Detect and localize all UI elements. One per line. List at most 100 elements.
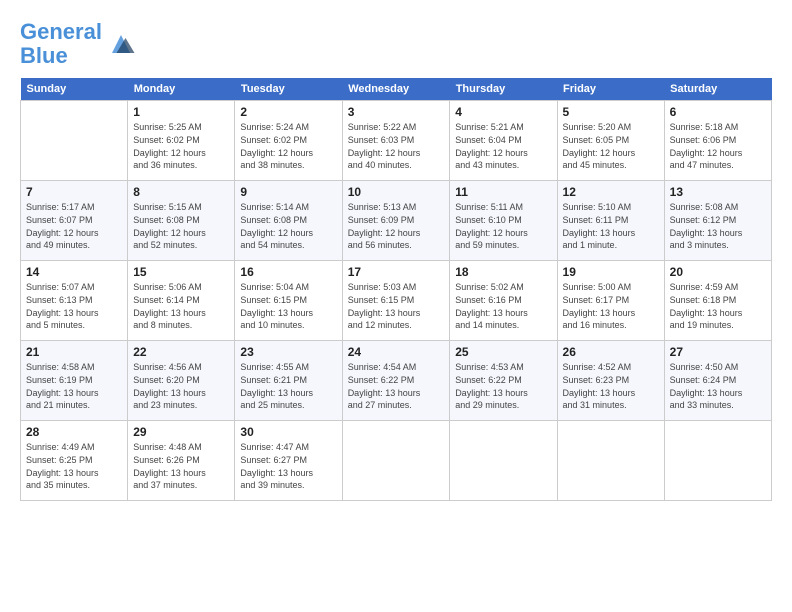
calendar-cell: 27 Sunrise: 4:50 AM Sunset: 6:24 PM Dayli… xyxy=(664,341,771,421)
day-info: Sunrise: 4:56 AM Sunset: 6:20 PM Dayligh… xyxy=(133,361,229,411)
day-number: 7 xyxy=(26,185,122,199)
day-info: Sunrise: 5:07 AM Sunset: 6:13 PM Dayligh… xyxy=(26,281,122,331)
calendar-cell: 25 Sunrise: 4:53 AM Sunset: 6:22 PM Dayli… xyxy=(450,341,557,421)
calendar-week-row: 28 Sunrise: 4:49 AM Sunset: 6:25 PM Dayli… xyxy=(21,421,772,501)
day-info: Sunrise: 4:58 AM Sunset: 6:19 PM Dayligh… xyxy=(26,361,122,411)
day-info: Sunrise: 5:21 AM Sunset: 6:04 PM Dayligh… xyxy=(455,121,551,171)
day-number: 13 xyxy=(670,185,766,199)
day-number: 11 xyxy=(455,185,551,199)
day-number: 19 xyxy=(563,265,659,279)
day-info: Sunrise: 4:53 AM Sunset: 6:22 PM Dayligh… xyxy=(455,361,551,411)
calendar-week-row: 1 Sunrise: 5:25 AM Sunset: 6:02 PM Daylig… xyxy=(21,101,772,181)
day-number: 29 xyxy=(133,425,229,439)
calendar-cell: 30Sunrise: 4:47 AM Sunset: 6:27 PM Dayli… xyxy=(235,421,342,501)
calendar-day-header: Friday xyxy=(557,78,664,101)
calendar-cell xyxy=(450,421,557,501)
calendar-day-header: Thursday xyxy=(450,78,557,101)
calendar-cell: 13Sunrise: 5:08 AM Sunset: 6:12 PM Dayli… xyxy=(664,181,771,261)
day-number: 4 xyxy=(455,105,551,119)
day-info: Sunrise: 4:54 AM Sunset: 6:22 PM Dayligh… xyxy=(348,361,445,411)
calendar-cell: 6 Sunrise: 5:18 AM Sunset: 6:06 PM Daylig… xyxy=(664,101,771,181)
calendar-cell: 16 Sunrise: 5:04 AM Sunset: 6:15 PM Dayli… xyxy=(235,261,342,341)
day-info: Sunrise: 5:11 AM Sunset: 6:10 PM Dayligh… xyxy=(455,201,551,251)
day-info: Sunrise: 4:52 AM Sunset: 6:23 PM Dayligh… xyxy=(563,361,659,411)
calendar-cell: 7 Sunrise: 5:17 AM Sunset: 6:07 PM Daylig… xyxy=(21,181,128,261)
day-number: 16 xyxy=(240,265,336,279)
day-info: Sunrise: 5:00 AM Sunset: 6:17 PM Dayligh… xyxy=(563,281,659,331)
calendar-week-row: 7 Sunrise: 5:17 AM Sunset: 6:07 PM Daylig… xyxy=(21,181,772,261)
day-info: Sunrise: 5:13 AM Sunset: 6:09 PM Dayligh… xyxy=(348,201,445,251)
calendar-cell: 11 Sunrise: 5:11 AM Sunset: 6:10 PM Dayli… xyxy=(450,181,557,261)
day-info: Sunrise: 5:15 AM Sunset: 6:08 PM Dayligh… xyxy=(133,201,229,251)
calendar-cell: 23 Sunrise: 4:55 AM Sunset: 6:21 PM Dayli… xyxy=(235,341,342,421)
logo: General Blue xyxy=(20,20,136,68)
calendar-cell: 19 Sunrise: 5:00 AM Sunset: 6:17 PM Dayli… xyxy=(557,261,664,341)
day-info: Sunrise: 5:22 AM Sunset: 6:03 PM Dayligh… xyxy=(348,121,445,171)
day-number: 27 xyxy=(670,345,766,359)
calendar-cell xyxy=(557,421,664,501)
day-number: 20 xyxy=(670,265,766,279)
day-number: 5 xyxy=(563,105,659,119)
calendar-cell: 26 Sunrise: 4:52 AM Sunset: 6:23 PM Dayli… xyxy=(557,341,664,421)
day-info: Sunrise: 5:25 AM Sunset: 6:02 PM Dayligh… xyxy=(133,121,229,171)
calendar-cell: 28 Sunrise: 4:49 AM Sunset: 6:25 PM Dayli… xyxy=(21,421,128,501)
day-number: 6 xyxy=(670,105,766,119)
calendar-day-header: Monday xyxy=(128,78,235,101)
calendar-cell xyxy=(342,421,450,501)
page-header: General Blue xyxy=(20,20,772,68)
day-info: Sunrise: 4:48 AM Sunset: 6:26 PM Dayligh… xyxy=(133,441,229,491)
day-info: Sunrise: 5:17 AM Sunset: 6:07 PM Dayligh… xyxy=(26,201,122,251)
calendar-cell: 5 Sunrise: 5:20 AM Sunset: 6:05 PM Daylig… xyxy=(557,101,664,181)
calendar-table: SundayMondayTuesdayWednesdayThursdayFrid… xyxy=(20,78,772,501)
calendar-day-header: Wednesday xyxy=(342,78,450,101)
calendar-cell: 29 Sunrise: 4:48 AM Sunset: 6:26 PM Dayli… xyxy=(128,421,235,501)
logo-general: General xyxy=(20,19,102,44)
day-number: 23 xyxy=(240,345,336,359)
calendar-cell: 9Sunrise: 5:14 AM Sunset: 6:08 PM Daylig… xyxy=(235,181,342,261)
day-info: Sunrise: 5:03 AM Sunset: 6:15 PM Dayligh… xyxy=(348,281,445,331)
day-info: Sunrise: 4:50 AM Sunset: 6:24 PM Dayligh… xyxy=(670,361,766,411)
day-number: 14 xyxy=(26,265,122,279)
day-info: Sunrise: 5:04 AM Sunset: 6:15 PM Dayligh… xyxy=(240,281,336,331)
day-number: 3 xyxy=(348,105,445,119)
calendar-cell: 24 Sunrise: 4:54 AM Sunset: 6:22 PM Dayli… xyxy=(342,341,450,421)
page-container: General Blue SundayMondayTuesdayWednesda… xyxy=(0,0,792,612)
day-info: Sunrise: 4:47 AM Sunset: 6:27 PM Dayligh… xyxy=(240,441,336,491)
logo-icon xyxy=(106,29,136,59)
calendar-cell xyxy=(21,101,128,181)
calendar-cell: 17 Sunrise: 5:03 AM Sunset: 6:15 PM Dayli… xyxy=(342,261,450,341)
calendar-cell: 18Sunrise: 5:02 AM Sunset: 6:16 PM Dayli… xyxy=(450,261,557,341)
calendar-cell: 3 Sunrise: 5:22 AM Sunset: 6:03 PM Daylig… xyxy=(342,101,450,181)
day-number: 25 xyxy=(455,345,551,359)
calendar-header-row: SundayMondayTuesdayWednesdayThursdayFrid… xyxy=(21,78,772,101)
calendar-cell: 4 Sunrise: 5:21 AM Sunset: 6:04 PM Daylig… xyxy=(450,101,557,181)
calendar-day-header: Saturday xyxy=(664,78,771,101)
day-number: 17 xyxy=(348,265,445,279)
calendar-day-header: Sunday xyxy=(21,78,128,101)
calendar-cell: 10Sunrise: 5:13 AM Sunset: 6:09 PM Dayli… xyxy=(342,181,450,261)
day-info: Sunrise: 4:55 AM Sunset: 6:21 PM Dayligh… xyxy=(240,361,336,411)
calendar-cell: 12Sunrise: 5:10 AM Sunset: 6:11 PM Dayli… xyxy=(557,181,664,261)
day-number: 22 xyxy=(133,345,229,359)
day-info: Sunrise: 4:49 AM Sunset: 6:25 PM Dayligh… xyxy=(26,441,122,491)
day-number: 15 xyxy=(133,265,229,279)
day-info: Sunrise: 5:06 AM Sunset: 6:14 PM Dayligh… xyxy=(133,281,229,331)
day-number: 28 xyxy=(26,425,122,439)
calendar-cell: 15 Sunrise: 5:06 AM Sunset: 6:14 PM Dayli… xyxy=(128,261,235,341)
day-number: 2 xyxy=(240,105,336,119)
calendar-cell: 22 Sunrise: 4:56 AM Sunset: 6:20 PM Dayli… xyxy=(128,341,235,421)
day-number: 9 xyxy=(240,185,336,199)
calendar-cell: 14 Sunrise: 5:07 AM Sunset: 6:13 PM Dayli… xyxy=(21,261,128,341)
day-info: Sunrise: 5:10 AM Sunset: 6:11 PM Dayligh… xyxy=(563,201,659,251)
calendar-cell: 1 Sunrise: 5:25 AM Sunset: 6:02 PM Daylig… xyxy=(128,101,235,181)
day-info: Sunrise: 5:20 AM Sunset: 6:05 PM Dayligh… xyxy=(563,121,659,171)
calendar-week-row: 14 Sunrise: 5:07 AM Sunset: 6:13 PM Dayli… xyxy=(21,261,772,341)
day-info: Sunrise: 5:18 AM Sunset: 6:06 PM Dayligh… xyxy=(670,121,766,171)
day-number: 26 xyxy=(563,345,659,359)
day-number: 1 xyxy=(133,105,229,119)
day-number: 24 xyxy=(348,345,445,359)
calendar-cell xyxy=(664,421,771,501)
calendar-cell: 2Sunrise: 5:24 AM Sunset: 6:02 PM Daylig… xyxy=(235,101,342,181)
calendar-cell: 21Sunrise: 4:58 AM Sunset: 6:19 PM Dayli… xyxy=(21,341,128,421)
calendar-day-header: Tuesday xyxy=(235,78,342,101)
